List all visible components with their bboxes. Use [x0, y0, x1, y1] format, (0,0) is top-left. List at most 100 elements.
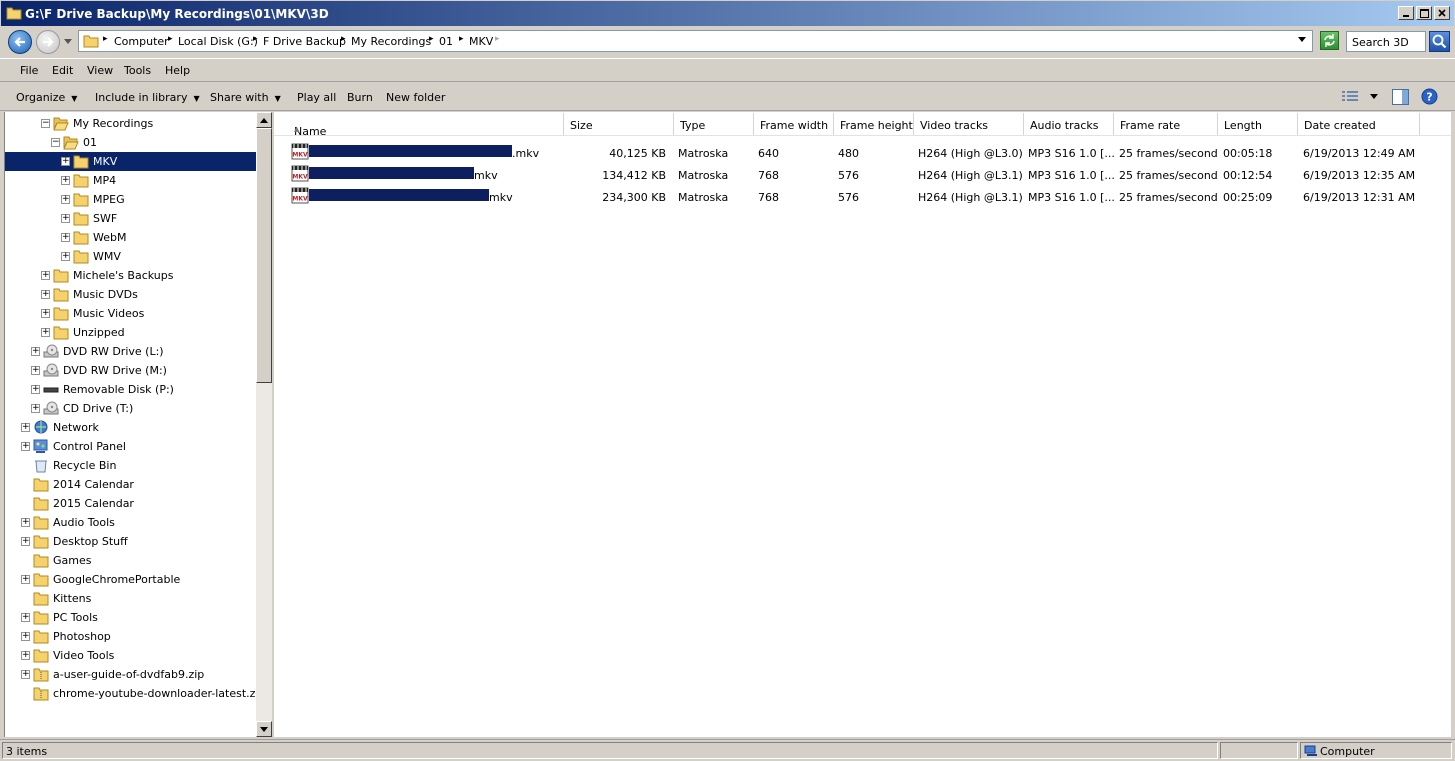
tree-item[interactable]: + Network [5, 418, 257, 437]
crumb-separator-icon[interactable]: ▸ [168, 34, 173, 44]
tree-item[interactable]: − My Recordings [5, 114, 257, 133]
include-in-library-button[interactable]: Include in library ▼ [95, 91, 200, 104]
expand-icon[interactable]: + [21, 518, 30, 527]
file-row[interactable]: MKV .mkv 40,125 KB Matroska 640 480 H264 (High… [274, 142, 1451, 164]
play-all-button[interactable]: Play all [297, 91, 336, 104]
expand-icon[interactable]: + [61, 157, 70, 166]
expand-icon[interactable]: + [31, 404, 40, 413]
column-header-length[interactable]: Length [1218, 113, 1298, 135]
crumb-f-drive-backup[interactable]: F Drive Backup [263, 35, 346, 48]
expand-icon[interactable]: + [61, 252, 70, 261]
crumb-separator-icon[interactable]: ▸ [459, 34, 464, 44]
expand-icon[interactable]: + [31, 366, 40, 375]
tree-item[interactable]: + MKV [5, 152, 257, 171]
expand-icon[interactable]: + [31, 385, 40, 394]
share-with-button[interactable]: Share with ▼ [210, 91, 281, 104]
chevron-down-icon[interactable] [64, 39, 72, 45]
forward-button[interactable] [36, 30, 60, 54]
file-row[interactable]: MKV mkv 234,300 KB Matroska 768 576 H264 (High… [274, 186, 1451, 208]
tree-item[interactable]: + a-user-guide-of-dvdfab9.zip [5, 665, 257, 684]
scroll-down-button[interactable] [256, 721, 272, 737]
expand-icon[interactable]: + [21, 537, 30, 546]
tree-item[interactable]: + Photoshop [5, 627, 257, 646]
chevron-down-icon[interactable] [1370, 94, 1378, 100]
close-button[interactable] [1434, 6, 1450, 20]
search-button[interactable] [1429, 31, 1450, 52]
crumb-computer[interactable]: Computer [114, 35, 169, 48]
expand-icon[interactable]: + [41, 271, 50, 280]
crumb-separator-icon[interactable]: ▸ [495, 34, 500, 44]
collapse-icon[interactable]: − [51, 138, 60, 147]
expand-icon[interactable]: + [21, 632, 30, 641]
search-input[interactable]: Search 3D [1346, 31, 1426, 52]
expand-icon[interactable]: + [21, 670, 30, 679]
tree-item[interactable]: + Removable Disk (P:) [5, 380, 257, 399]
tree-item[interactable]: Recycle Bin [5, 456, 257, 475]
tree-item[interactable]: + PC Tools [5, 608, 257, 627]
column-header-frame-rate[interactable]: Frame rate [1114, 113, 1218, 135]
tree-item[interactable]: + DVD RW Drive (L:) [5, 342, 257, 361]
maximize-button[interactable] [1416, 6, 1432, 20]
tree-item[interactable]: − 01 [5, 133, 257, 152]
tree-item[interactable]: + Video Tools [5, 646, 257, 665]
expand-icon[interactable]: + [61, 214, 70, 223]
column-header-type[interactable]: Type [674, 113, 754, 135]
tree-item[interactable]: + CD Drive (T:) [5, 399, 257, 418]
tree-item[interactable]: + Unzipped [5, 323, 257, 342]
expand-icon[interactable]: + [41, 309, 50, 318]
crumb-local-disk[interactable]: Local Disk (G:) [178, 35, 258, 48]
address-box[interactable]: ▸ Computer ▸ Local Disk (G:) ▸ F Drive B… [78, 30, 1313, 52]
scroll-thumb[interactable] [256, 128, 272, 383]
minimize-button[interactable] [1398, 6, 1414, 20]
expand-icon[interactable]: + [21, 442, 30, 451]
tree-item[interactable]: + MP4 [5, 171, 257, 190]
tree-item[interactable]: + Music DVDs [5, 285, 257, 304]
column-header-date-created[interactable]: Date created [1298, 113, 1420, 135]
organize-button[interactable]: Organize ▼ [16, 91, 77, 104]
crumb-separator-icon[interactable]: ▸ [103, 34, 108, 44]
expand-icon[interactable]: + [21, 423, 30, 432]
expand-icon[interactable]: + [21, 575, 30, 584]
tree-item[interactable]: + Music Videos [5, 304, 257, 323]
tree-item[interactable]: + Control Panel [5, 437, 257, 456]
tree-item[interactable]: + Audio Tools [5, 513, 257, 532]
view-options-icon[interactable] [1342, 91, 1358, 103]
column-header-name[interactable]: Name ▲ [282, 113, 564, 138]
tree-item[interactable]: Games [5, 551, 257, 570]
tree-item[interactable]: 2014 Calendar [5, 475, 257, 494]
crumb-separator-icon[interactable]: ▸ [341, 34, 346, 44]
tree-item[interactable]: + Desktop Stuff [5, 532, 257, 551]
tree-item[interactable]: + DVD RW Drive (M:) [5, 361, 257, 380]
burn-button[interactable]: Burn [347, 91, 373, 104]
menu-view[interactable]: View [87, 64, 113, 77]
menu-edit[interactable]: Edit [52, 64, 73, 77]
tree-item[interactable]: + SWF [5, 209, 257, 228]
menu-help[interactable]: Help [165, 64, 190, 77]
column-header-audio-tracks[interactable]: Audio tracks [1024, 113, 1114, 135]
column-header-size[interactable]: Size [564, 113, 674, 135]
scroll-up-button[interactable] [256, 112, 272, 128]
crumb-separator-icon[interactable]: ▸ [429, 34, 434, 44]
tree-item[interactable]: + MPEG [5, 190, 257, 209]
expand-icon[interactable]: + [21, 613, 30, 622]
refresh-button[interactable] [1320, 31, 1339, 50]
column-header-frame-width[interactable]: Frame width [754, 113, 834, 135]
crumb-01[interactable]: 01 [439, 35, 453, 48]
expand-icon[interactable]: + [61, 176, 70, 185]
menu-file[interactable]: File [20, 64, 38, 77]
tree-item[interactable]: + GoogleChromePortable [5, 570, 257, 589]
chevron-down-icon[interactable] [1298, 37, 1306, 43]
expand-icon[interactable]: + [31, 347, 40, 356]
tree-item[interactable]: chrome-youtube-downloader-latest.zip [5, 684, 257, 703]
expand-icon[interactable]: + [41, 328, 50, 337]
column-header-frame-height[interactable]: Frame height [834, 113, 914, 135]
column-header-video-tracks[interactable]: Video tracks [914, 113, 1024, 135]
tree-item[interactable]: + Michele's Backups [5, 266, 257, 285]
expand-icon[interactable]: + [21, 651, 30, 660]
tree-item[interactable]: + WebM [5, 228, 257, 247]
collapse-icon[interactable]: − [41, 119, 50, 128]
crumb-mkv[interactable]: MKV [469, 35, 493, 48]
expand-icon[interactable]: + [61, 195, 70, 204]
tree-item[interactable]: + WMV [5, 247, 257, 266]
menu-tools[interactable]: Tools [124, 64, 151, 77]
